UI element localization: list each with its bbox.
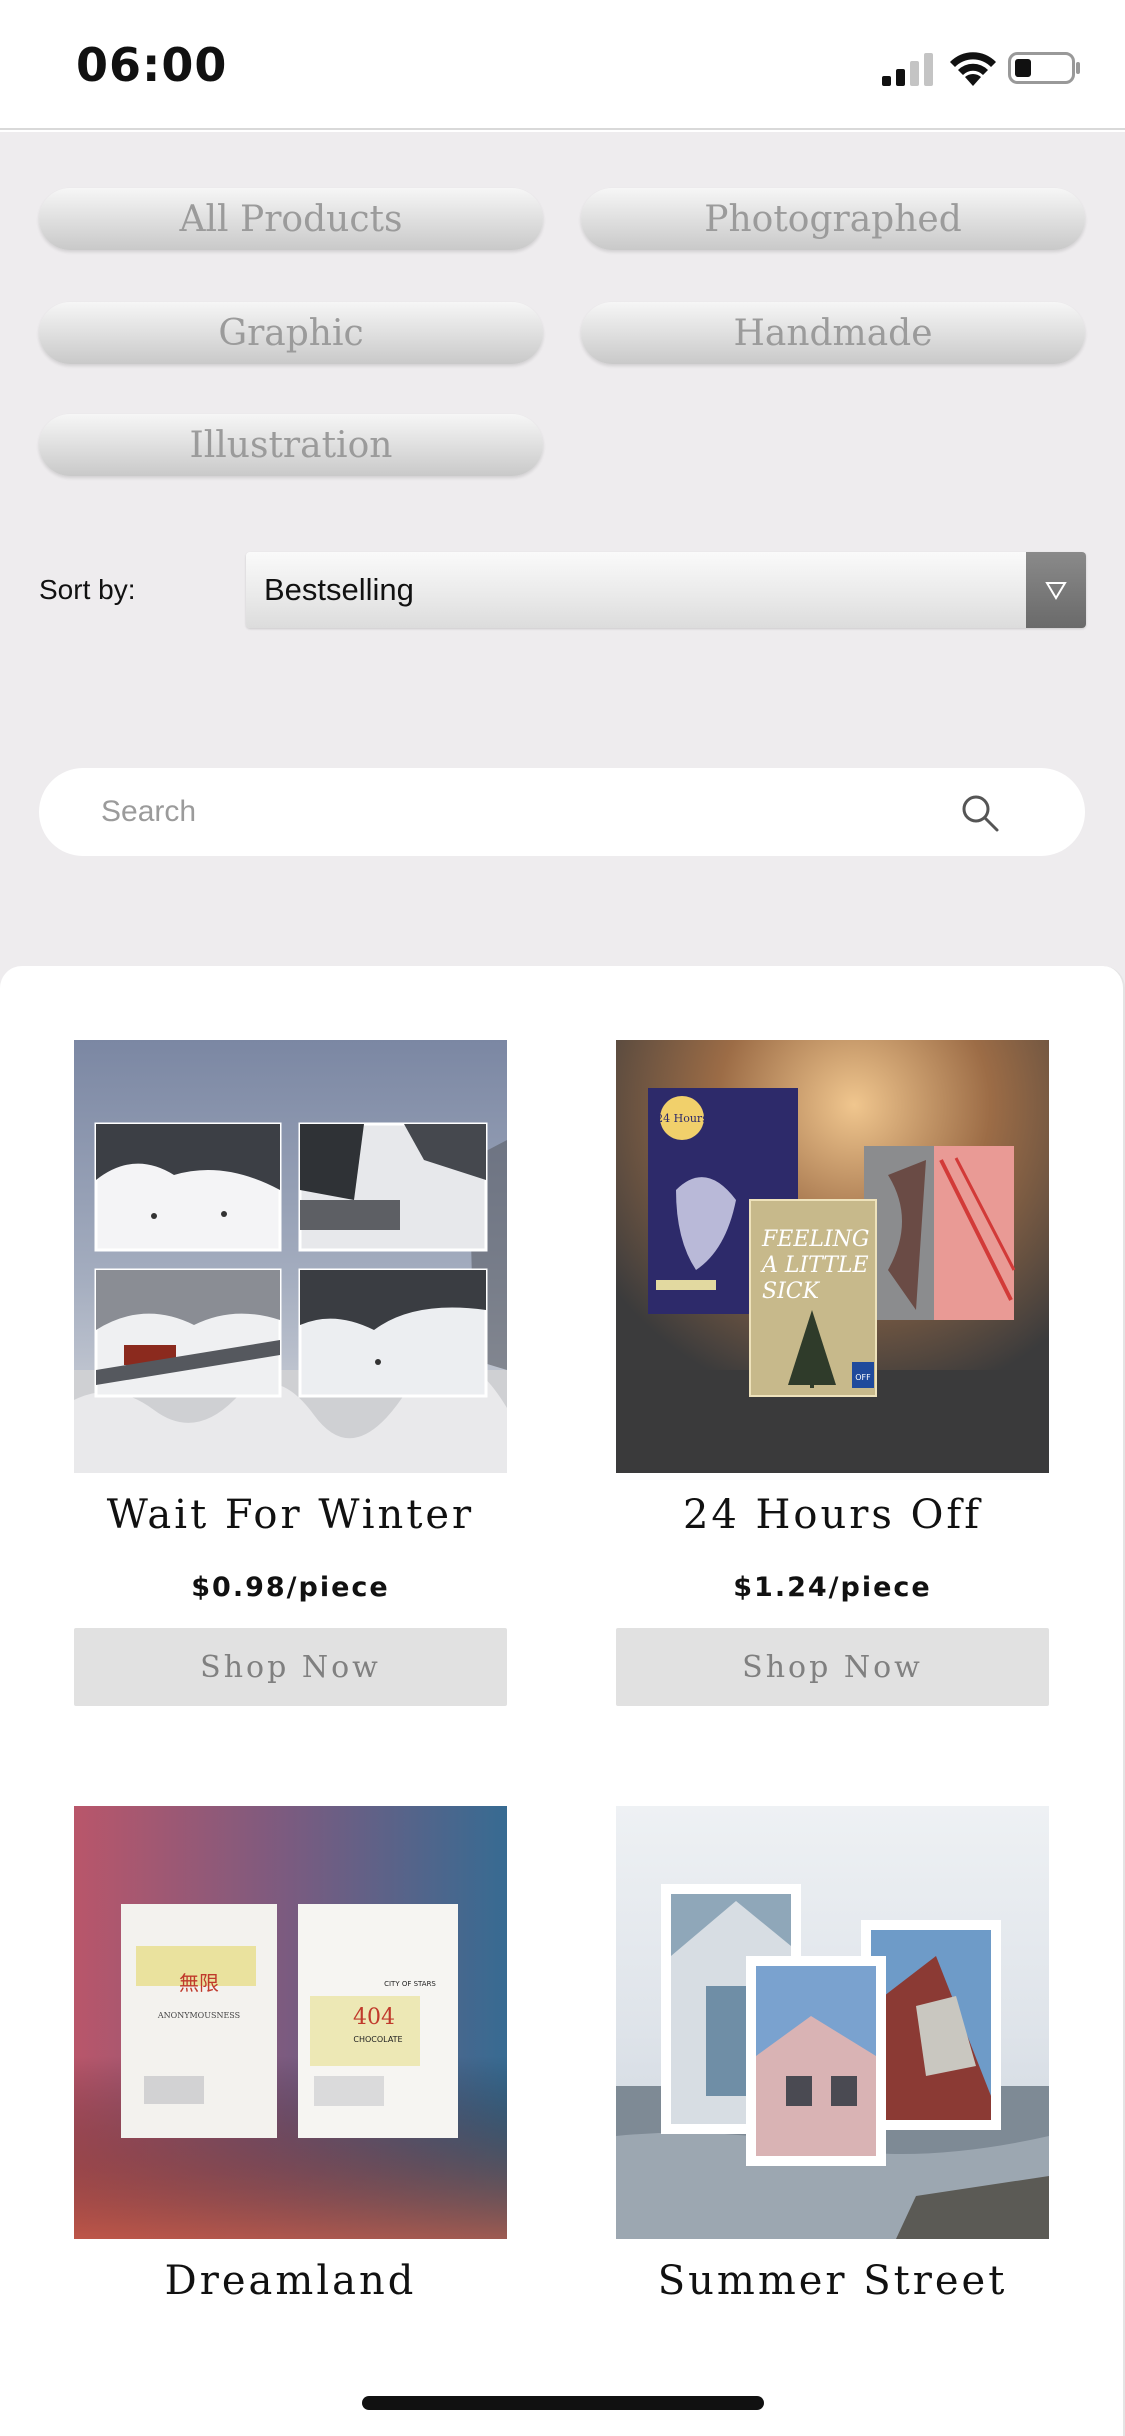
status-time: 06:00	[76, 38, 228, 92]
feeling-text: FEELING	[761, 1227, 870, 1252]
dropdown-icon	[1045, 582, 1067, 600]
sort-label: Sort by:	[39, 574, 136, 605]
product-listing-page: 06:00 All Products Photographed Graphic …	[0, 0, 1125, 2436]
winter-collage-image	[74, 1040, 507, 1473]
dream-city-text: CITY OF STARS	[384, 1980, 436, 1988]
product-title[interactable]: Dreamland	[74, 2258, 507, 2304]
product-price: $0.98/piece	[191, 1572, 390, 1603]
wifi-icon	[950, 52, 996, 86]
search-icon[interactable]	[959, 792, 1001, 834]
status-bar: 06:00	[0, 0, 1125, 130]
home-indicator[interactable]	[362, 2396, 764, 2410]
search-bar[interactable]	[39, 768, 1085, 856]
product-title[interactable]: 24 Hours Off	[616, 1492, 1049, 1538]
filter-photographed[interactable]: Photographed	[581, 188, 1085, 250]
summer-street-collage-image	[616, 1806, 1049, 2239]
search-input[interactable]	[101, 768, 961, 856]
filter-graphic[interactable]: Graphic	[39, 302, 543, 364]
off-badge-text: OFF	[855, 1373, 871, 1382]
dream-404-text: 404	[353, 2005, 395, 2030]
product-image-wait-for-winter[interactable]	[74, 1040, 507, 1473]
sort-dropdown-button[interactable]	[1026, 552, 1086, 628]
filter-illustration[interactable]: Illustration	[39, 414, 543, 476]
shop-now-button[interactable]: Shop Now	[74, 1628, 507, 1706]
product-image-dreamland[interactable]: 無限 ANONYMOUSNESS CITY OF STARS 404 CHOCO…	[74, 1806, 507, 2239]
product-grid: Wait For Winter $0.98/piece Shop Now 24 …	[0, 966, 1125, 2436]
signal-icon	[882, 53, 933, 86]
dream-anon-text: ANONYMOUSNESS	[157, 2011, 240, 2020]
product-image-summer-street[interactable]	[616, 1806, 1049, 2239]
filter-handmade[interactable]: Handmade	[581, 302, 1085, 364]
product-title[interactable]: Summer Street	[616, 2258, 1049, 2304]
sort-select[interactable]: Bestselling	[246, 552, 1086, 628]
little-text: A LITTLE	[760, 1253, 869, 1278]
battery-icon	[1008, 52, 1080, 84]
shop-now-button[interactable]: Shop Now	[616, 1628, 1049, 1706]
product-title[interactable]: Wait For Winter	[74, 1492, 507, 1538]
dream-cn-text: 無限	[179, 1971, 219, 1995]
hours-badge-text: 24 Hours	[656, 1112, 708, 1125]
product-price: $1.24/piece	[733, 1572, 932, 1603]
product-image-24-hours-off[interactable]: 24 Hours FEELING A LITTLE SICK OFF	[616, 1040, 1049, 1473]
sick-text: SICK	[762, 1279, 821, 1304]
posters-collage-image: 24 Hours FEELING A LITTLE SICK OFF	[616, 1040, 1049, 1473]
dreamland-collage-image: 無限 ANONYMOUSNESS CITY OF STARS 404 CHOCO…	[74, 1806, 507, 2239]
dream-choc-text: CHOCOLATE	[353, 2035, 402, 2044]
filter-panel: All Products Photographed Graphic Handma…	[0, 132, 1125, 992]
sort-value: Bestselling	[264, 572, 414, 607]
filter-all-products[interactable]: All Products	[39, 188, 543, 250]
